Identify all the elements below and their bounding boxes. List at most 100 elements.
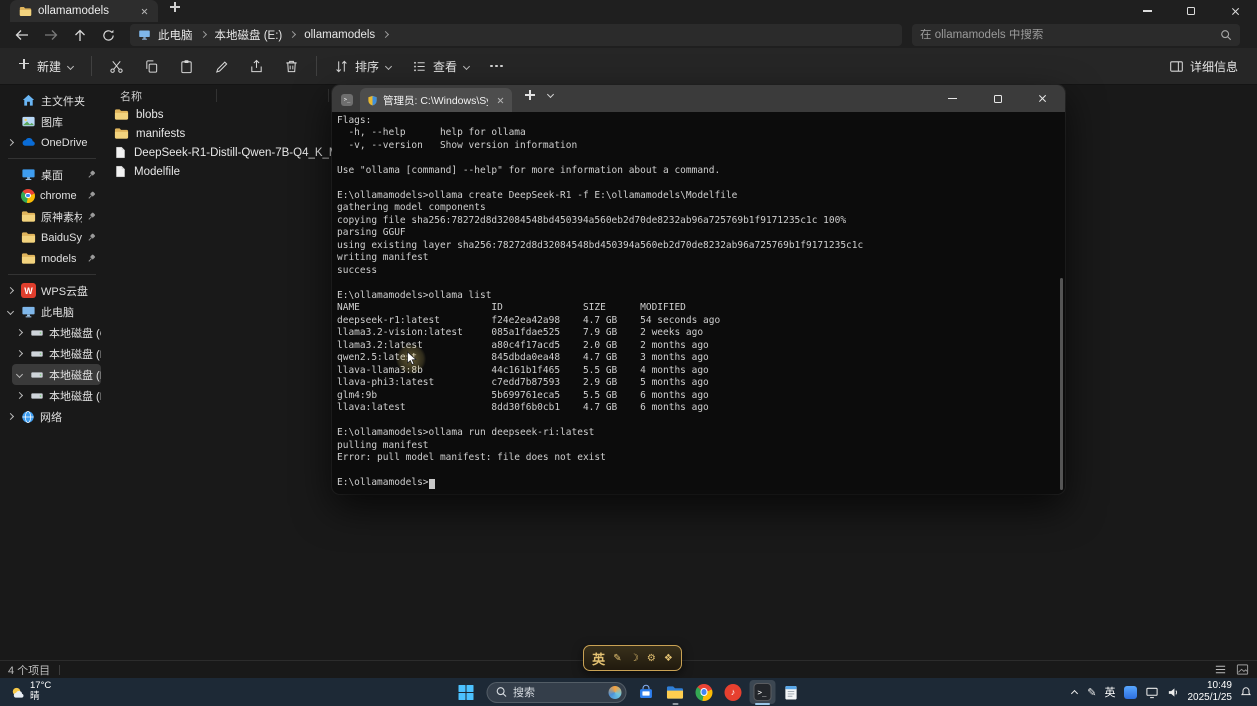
cut-icon	[109, 59, 124, 74]
admin-shield-icon	[367, 95, 378, 106]
breadcrumb: 此电脑 本地磁盘 (E:) ollamamodels	[130, 24, 902, 46]
terminal-minimize-button[interactable]	[930, 85, 975, 112]
notification-bell-icon[interactable]	[1240, 686, 1252, 698]
terminal-scrollbar[interactable]	[1060, 278, 1063, 490]
terminal-console[interactable]: Flags: -h, --help help for ollama -v, --…	[337, 115, 863, 490]
copy-button[interactable]	[135, 52, 168, 80]
chrome-icon[interactable]	[691, 680, 717, 704]
terminal-tab-dropdown[interactable]	[547, 86, 555, 104]
close-button[interactable]	[1213, 0, 1257, 22]
sidebar-item-genshin-assets[interactable]: 原神素材	[3, 206, 101, 227]
minimize-button[interactable]	[1125, 0, 1169, 22]
sidebar-divider	[8, 158, 96, 159]
view-button[interactable]: 查看	[403, 52, 479, 80]
home-icon	[21, 93, 36, 108]
chevron-down-icon	[67, 63, 74, 70]
ime-skin-icon[interactable]: ❖	[664, 653, 673, 664]
red-app-icon[interactable]	[720, 680, 746, 704]
terminal-new-tab-button[interactable]	[525, 87, 535, 105]
terminal-maximize-button[interactable]	[975, 85, 1020, 112]
gallery-icon	[21, 114, 36, 129]
paste-icon	[179, 59, 194, 74]
start-button[interactable]	[453, 680, 479, 704]
notepad-icon[interactable]	[778, 680, 804, 704]
speaker-icon[interactable]	[1167, 686, 1180, 699]
onedrive-cloud-icon	[21, 135, 36, 150]
sidebar-item-chrome[interactable]: chrome	[3, 185, 101, 206]
drive-icon	[30, 347, 44, 361]
ime-pen-icon[interactable]: ✎	[613, 653, 621, 664]
folder-icon	[114, 107, 129, 122]
terminal-window: 管理员: C:\Windows\System32 Flags: -h, --he…	[332, 85, 1065, 494]
store-icon[interactable]	[633, 680, 659, 704]
new-button[interactable]: 新建	[10, 52, 83, 80]
weather-widget[interactable]: 17°C晴	[6, 678, 55, 706]
cut-button[interactable]	[100, 52, 133, 80]
new-plus-icon	[19, 59, 31, 74]
sidebar-item-onedrive[interactable]: OneDrive	[3, 132, 101, 153]
new-tab-button[interactable]	[170, 0, 180, 17]
sidebar-item-wps-cloud[interactable]: WPS云盘	[3, 280, 101, 301]
sidebar-item-gallery[interactable]: 图库	[3, 111, 101, 132]
file-explorer-icon[interactable]	[662, 680, 688, 704]
delete-button[interactable]	[275, 52, 308, 80]
breadcrumb-drive-e[interactable]: 本地磁盘 (E:)	[215, 27, 283, 43]
maximize-button[interactable]	[1169, 0, 1213, 22]
pin-icon	[87, 191, 96, 200]
chevron-right-icon	[16, 350, 24, 358]
sidebar-item-models[interactable]: models	[3, 248, 101, 269]
tray-pen-icon[interactable]: ✎	[1087, 686, 1096, 699]
taskbar-clock[interactable]: 10:49 2025/1/25	[1188, 680, 1233, 705]
terminal-tab[interactable]: 管理员: C:\Windows\System32	[360, 88, 512, 112]
sidebar-item-drive-c[interactable]: 本地磁盘 (C:)	[12, 322, 101, 343]
sidebar-item-network[interactable]: 网络	[3, 406, 101, 427]
sidebar-item-this-pc[interactable]: 此电脑	[3, 301, 101, 322]
tab-close-icon[interactable]	[136, 3, 152, 19]
windows-logo-icon	[459, 685, 474, 700]
chevron-right-icon	[7, 139, 15, 147]
refresh-icon[interactable]	[95, 24, 122, 46]
trash-icon	[284, 59, 299, 74]
sidebar-item-home[interactable]: 主文件夹	[3, 90, 101, 111]
explorer-tab[interactable]: ollamamodels	[10, 0, 158, 22]
chevron-right-icon	[7, 413, 15, 421]
terminal-body: Flags: -h, --help help for ollama -v, --…	[332, 112, 1065, 494]
ime-mode-indicator[interactable]: 英	[592, 649, 605, 668]
back-button[interactable]	[8, 24, 35, 46]
rename-button[interactable]	[205, 52, 238, 80]
explorer-search-input[interactable]	[920, 29, 1214, 41]
breadcrumb-this-pc[interactable]: 此电脑	[158, 27, 193, 43]
sidebar-item-drive-d[interactable]: 本地磁盘 (D:)	[12, 343, 101, 364]
tray-ime-indicator[interactable]: 英	[1105, 684, 1116, 700]
forward-button[interactable]	[37, 24, 64, 46]
sidebar-item-baidusyncdisk[interactable]: BaiduSyncdisk	[3, 227, 101, 248]
more-options-button[interactable]	[481, 52, 512, 80]
drive-icon	[30, 389, 44, 403]
paste-button[interactable]	[170, 52, 203, 80]
sort-button[interactable]: 排序	[325, 52, 401, 80]
terminal-taskbar-icon[interactable]	[749, 680, 775, 704]
details-view-toggle-icon[interactable]	[1214, 663, 1227, 676]
ime-settings-gear-icon[interactable]: ⚙	[647, 653, 656, 664]
toolbar-divider	[316, 56, 317, 76]
thumbnail-view-toggle-icon[interactable]	[1236, 663, 1249, 676]
details-pane-button[interactable]: 详细信息	[1160, 52, 1247, 80]
sidebar-item-desktop[interactable]: 桌面	[3, 164, 101, 185]
tray-expand-icon[interactable]	[1071, 688, 1079, 696]
breadcrumb-ollamamodels[interactable]: ollamamodels	[304, 29, 375, 41]
share-button[interactable]	[240, 52, 273, 80]
desktop-icon	[21, 167, 36, 182]
up-button[interactable]	[66, 24, 93, 46]
column-divider	[328, 89, 329, 102]
ime-moon-icon[interactable]: ☽	[630, 653, 639, 664]
sidebar-item-drive-f[interactable]: 本地磁盘 (F:)	[12, 385, 101, 406]
terminal-tab-close-icon[interactable]	[493, 93, 507, 107]
search-icon	[1220, 29, 1232, 41]
network-display-icon[interactable]	[1145, 686, 1159, 699]
taskbar-search-box[interactable]: 搜索	[486, 682, 626, 703]
tray-app-icon[interactable]	[1124, 686, 1137, 699]
terminal-close-button[interactable]	[1020, 85, 1065, 112]
sidebar-item-drive-e[interactable]: 本地磁盘 (E:)	[12, 364, 101, 385]
folder-icon	[21, 230, 36, 245]
explorer-window-controls	[1125, 0, 1257, 22]
